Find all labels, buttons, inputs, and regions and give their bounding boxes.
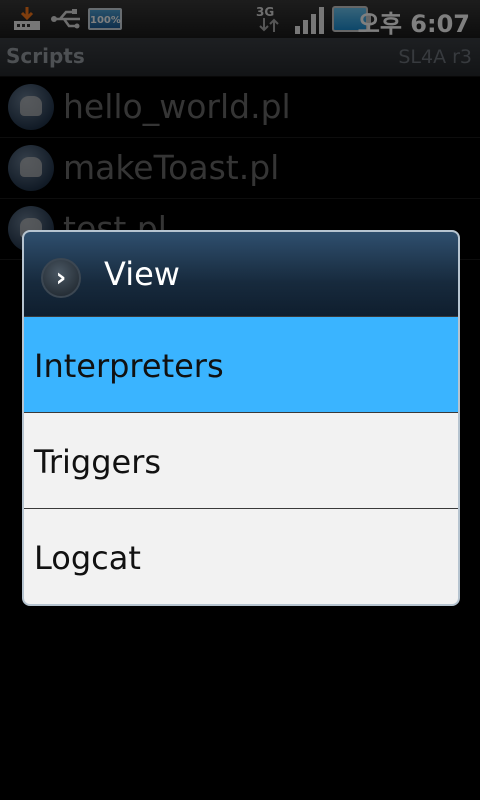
menu-item-interpreters[interactable]: Interpreters	[24, 316, 458, 412]
menu-item-triggers[interactable]: Triggers	[24, 412, 458, 508]
menu-item-logcat[interactable]: Logcat	[24, 508, 458, 604]
dialog-title: View	[104, 255, 180, 293]
menu-item-label: Interpreters	[34, 347, 224, 385]
dialog-header: › View	[24, 232, 458, 316]
view-dialog: › View Interpreters Triggers Logcat	[22, 230, 460, 606]
menu-item-label: Logcat	[34, 539, 141, 577]
chevron-right-icon: ›	[41, 258, 81, 298]
menu-item-label: Triggers	[34, 443, 162, 481]
